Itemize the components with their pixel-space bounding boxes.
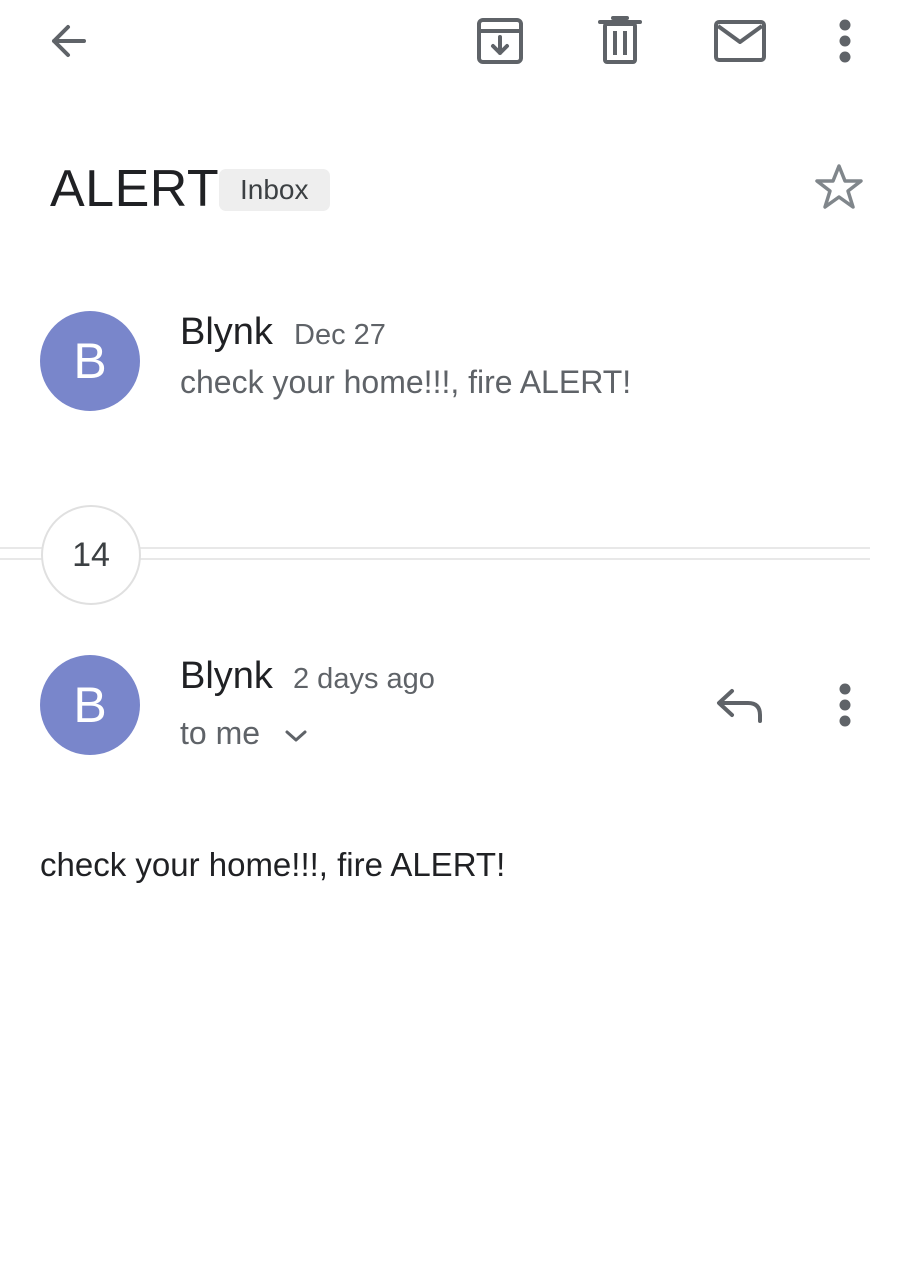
archive-icon [477,18,523,64]
message-more-button[interactable] [826,680,864,730]
hidden-messages-count[interactable]: 14 [41,505,141,605]
envelope-icon [714,20,766,62]
toolbar-more-button[interactable] [826,14,864,68]
thread-subject: ALERT [50,160,220,218]
star-button[interactable] [812,160,866,214]
avatar: B [40,311,140,411]
avatar: B [40,655,140,755]
reply-icon [717,689,762,723]
arrow-back-icon [52,25,86,57]
reply-button[interactable] [710,680,770,730]
sender-name: Blynk [180,655,273,697]
message-date: Dec 27 [294,319,386,351]
recipient-label: to me [180,715,261,751]
message-date: 2 days ago [293,663,435,695]
recipient-details-toggle[interactable]: to me [180,714,309,752]
message-snippet: check your home!!!, fire ALERT! [180,364,632,400]
back-button[interactable] [40,16,96,66]
more-vertical-icon [839,683,851,727]
delete-button[interactable] [592,14,648,68]
collapsed-message-row[interactable]: B Blynk Dec 27 check your home!!!, fire … [0,290,899,430]
more-vertical-icon [839,19,851,63]
message-body: check your home!!!, fire ALERT! [40,846,506,883]
star-outline-icon [815,164,863,209]
inbox-label-chip[interactable]: Inbox [219,169,330,211]
archive-button[interactable] [470,14,530,68]
trash-icon [598,16,642,64]
mark-unread-button[interactable] [708,14,772,68]
chevron-down-icon [285,730,307,742]
sender-name: Blynk [180,311,273,353]
